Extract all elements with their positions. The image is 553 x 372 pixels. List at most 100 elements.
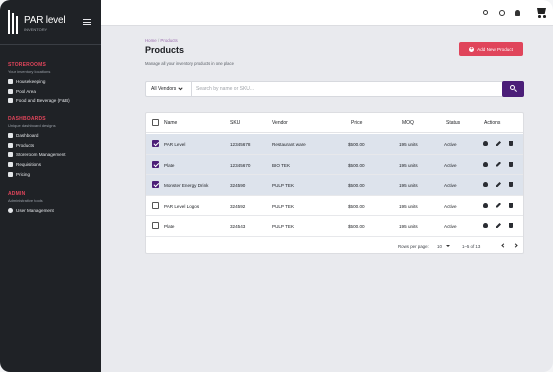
sidebar-item-housekeeping[interactable]: Housekeeping: [8, 77, 98, 87]
column-header-moq[interactable]: MOQ: [402, 120, 414, 126]
breadcrumb-home[interactable]: Home: [145, 38, 157, 43]
cart-icon[interactable]: [535, 6, 547, 18]
column-header-price[interactable]: Price: [351, 120, 362, 126]
page-title: Products: [145, 45, 185, 55]
vendor-select[interactable]: All Vendors: [146, 82, 192, 96]
cell-status: Active: [444, 162, 457, 168]
cell-name: Plate: [164, 162, 175, 168]
sidebar: PAR level INVENTORY STOREROOMS Your inve…: [0, 0, 101, 372]
table-row[interactable]: Plate 324543 PULP TEK $500.00 195 units …: [146, 216, 523, 237]
rows-per-page-select[interactable]: 10: [437, 244, 442, 249]
row-checkbox[interactable]: [152, 160, 159, 168]
select-all-checkbox[interactable]: [152, 119, 159, 126]
gear-icon[interactable]: [499, 10, 505, 16]
sidebar-item-label: Housekeeping: [16, 79, 46, 85]
section-subtitle: Administrative tools: [8, 198, 43, 203]
section-title: STOREROOMS: [8, 62, 47, 68]
brand-subtitle: INVENTORY: [24, 27, 48, 32]
sidebar-item-pricing[interactable]: Pricing: [8, 169, 98, 179]
add-button-label: Add New Product: [477, 46, 513, 52]
table-row[interactable]: PAR Level 12345678 Restaurant ware $500.…: [146, 134, 523, 155]
table-row[interactable]: PAR Level Logos 324592 PULP TEK $500.00 …: [146, 196, 523, 216]
breadcrumb-separator: /: [157, 38, 160, 43]
sidebar-item-requisitions[interactable]: Requisitions: [8, 160, 98, 170]
cell-status: Active: [444, 142, 457, 147]
delete-icon[interactable]: [509, 202, 513, 208]
pagination-range: 1–5 of 13: [462, 244, 481, 249]
app-window: PAR level INVENTORY STOREROOMS Your inve…: [0, 0, 553, 372]
chevron-left-icon[interactable]: [501, 243, 506, 248]
delete-icon[interactable]: [509, 223, 513, 228]
column-header-sku[interactable]: SKU: [230, 120, 240, 126]
bell-icon[interactable]: [515, 10, 520, 16]
edit-icon[interactable]: [496, 141, 501, 146]
sidebar-section-dashboards: DASHBOARDS Unique dashboard designs Dash…: [8, 116, 98, 179]
sidebar-item-storeroom-management[interactable]: Storeroom Management: [8, 150, 98, 160]
sidebar-item-food-and-beverage[interactable]: Food and Beverage (F&B): [8, 96, 98, 106]
caret-down-icon[interactable]: [446, 245, 450, 247]
cell-sku: 12345670: [230, 162, 251, 168]
sidebar-item-products[interactable]: Products: [8, 141, 98, 151]
sidebar-item-pool-area[interactable]: Pool Area: [8, 87, 98, 97]
cell-status: Active: [444, 224, 457, 229]
view-icon[interactable]: [483, 161, 488, 167]
pagination: Rows per page: 10 1–5 of 13: [146, 239, 523, 255]
sidebar-item-label: User Management: [16, 208, 54, 214]
delete-icon[interactable]: [509, 182, 513, 187]
sidebar-item-user-management[interactable]: User Management: [8, 206, 98, 216]
delete-icon[interactable]: [509, 141, 513, 146]
add-new-product-button[interactable]: + Add New Product: [459, 42, 523, 56]
edit-icon[interactable]: [496, 182, 501, 187]
view-icon[interactable]: [483, 182, 488, 187]
cell-sku: 324590: [230, 183, 246, 188]
chevron-right-icon[interactable]: [513, 243, 518, 248]
cell-name: Plate: [164, 224, 175, 229]
row-checkbox[interactable]: [152, 201, 159, 209]
cell-status: Active: [444, 203, 457, 209]
top-bar: [101, 0, 553, 26]
sidebar-section-storerooms: STOREROOMS Your inventory locations Hous…: [8, 62, 98, 106]
row-checkbox[interactable]: [152, 140, 159, 147]
column-header-status[interactable]: Status: [446, 120, 460, 126]
view-icon[interactable]: [483, 141, 488, 146]
edit-icon[interactable]: [496, 223, 501, 228]
search-bar: All Vendors: [145, 81, 524, 97]
sidebar-item-label: Dashboard: [16, 133, 39, 139]
sidebar-item-dashboard[interactable]: Dashboard: [8, 131, 98, 141]
cell-sku: 324543: [230, 224, 246, 229]
column-header-vendor[interactable]: Vendor: [272, 120, 288, 126]
cell-price: $500.00: [348, 162, 365, 168]
breadcrumb-current: Products: [160, 38, 178, 43]
cell-moq: 195 units: [399, 203, 418, 209]
edit-icon[interactable]: [496, 161, 501, 167]
section-title: ADMIN: [8, 191, 26, 197]
edit-icon[interactable]: [496, 202, 501, 208]
cell-moq: 195 units: [399, 183, 418, 188]
search-input[interactable]: [196, 82, 496, 96]
table-row[interactable]: Plate 12345670 BIO TEK $500.00 195 units…: [146, 154, 523, 175]
products-table: Name SKU Vendor Price MOQ Status Actions…: [145, 112, 524, 254]
cell-moq: 195 units: [399, 142, 418, 147]
view-icon[interactable]: [483, 223, 488, 228]
row-checkbox[interactable]: [152, 181, 159, 188]
delete-icon[interactable]: [509, 161, 513, 167]
section-subtitle: Unique dashboard designs: [8, 123, 56, 128]
sidebar-section-admin: ADMIN Administrative tools User Manageme…: [8, 191, 98, 216]
search-button[interactable]: [502, 81, 524, 97]
cell-price: $500.00: [348, 203, 365, 209]
dashboard-icon: [8, 133, 13, 139]
cell-name: Monster Energy Drink: [164, 183, 209, 188]
column-header-name[interactable]: Name: [164, 120, 177, 126]
row-checkbox[interactable]: [152, 222, 159, 229]
cell-price: $500.00: [348, 224, 365, 229]
table-row[interactable]: Monster Energy Drink 324590 PULP TEK $50…: [146, 175, 523, 196]
vendor-select-value: All Vendors: [151, 86, 177, 92]
sidebar-item-label: Pool Area: [16, 88, 36, 94]
rows-per-page-label: Rows per page:: [398, 244, 429, 249]
sidebar-item-label: Pricing: [16, 171, 31, 177]
view-icon[interactable]: [483, 202, 488, 208]
pricing-icon: [8, 171, 13, 177]
search-icon[interactable]: [483, 10, 488, 15]
sidebar-item-label: Storeroom Management: [16, 152, 66, 158]
menu-icon[interactable]: [83, 19, 91, 25]
